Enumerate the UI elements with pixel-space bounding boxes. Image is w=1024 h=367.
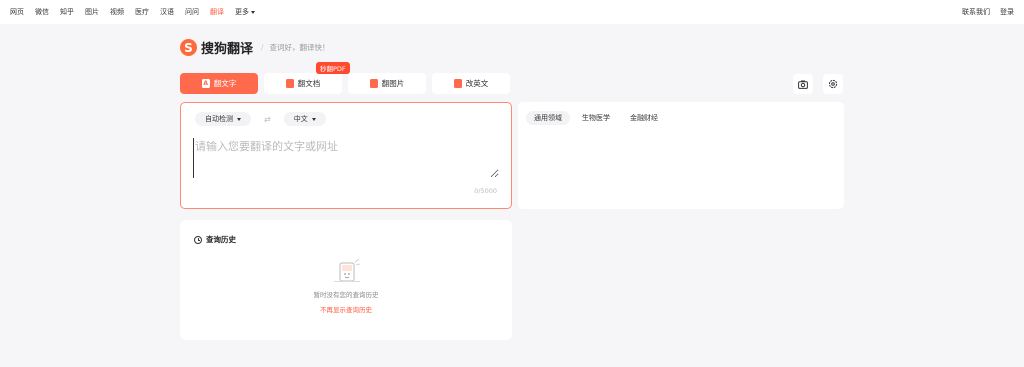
tab-translate-document[interactable]: 翻文档 秒翻PDF [264, 62, 350, 94]
tab-translate-text[interactable]: A 翻文字 [180, 73, 258, 94]
logo-title: 搜狗翻译 [201, 42, 254, 57]
settings-button[interactable] [823, 74, 843, 94]
empty-history-illustration [334, 258, 361, 282]
nav-item-wenwen[interactable]: 问问 [185, 7, 199, 17]
tab-edit-english[interactable]: 改英文 [432, 73, 510, 94]
history-panel: 查询历史 暂时没有您的查询历史 不再显示查询历史 [180, 220, 512, 340]
source-language-select[interactable]: 自动检测 [195, 112, 251, 126]
target-language-label: 中文 [293, 115, 308, 123]
logo-slogan: 查词好，翻译快！ [261, 42, 330, 53]
pdf-badge: 秒翻PDF [316, 62, 350, 74]
edit-english-icon [453, 79, 462, 88]
login-link[interactable]: 登录 [1000, 7, 1014, 17]
history-title: 查询历史 [206, 235, 236, 244]
image-icon [369, 79, 378, 88]
source-text-input[interactable] [193, 138, 499, 178]
text-translate-icon: A [201, 79, 210, 88]
source-panel: 自动检测 ⇄ 中文 0/5000 [180, 102, 512, 209]
tab-translate-image[interactable]: 翻图片 [348, 73, 426, 94]
source-language-label: 自动检测 [205, 115, 233, 123]
nav-item-hanyu[interactable]: 汉语 [160, 7, 174, 17]
clock-icon [194, 235, 202, 244]
tab-label: 翻文字 [213, 79, 237, 88]
nav-item-more[interactable]: 更多 [235, 7, 255, 17]
nav-item-zhihu[interactable]: 知乎 [60, 7, 74, 17]
nav-item-video[interactable]: 视频 [110, 7, 124, 17]
nav-item-images[interactable]: 图片 [85, 7, 99, 17]
domain-general[interactable]: 通用领域 [526, 111, 570, 125]
nav-item-translate[interactable]: 翻译 [210, 7, 224, 17]
history-header: 查询历史 [194, 234, 236, 245]
domain-biomedical[interactable]: 生物医学 [574, 111, 618, 125]
camera-icon [798, 80, 808, 89]
nav-item-web[interactable]: 网页 [10, 7, 24, 17]
document-icon [285, 79, 294, 88]
target-language-select[interactable]: 中文 [283, 112, 326, 126]
chevron-down-icon [311, 117, 316, 121]
tab-label: 翻文档 [297, 79, 321, 88]
hide-history-link[interactable]: 不再显示查询历史 [180, 304, 512, 314]
top-right-links: 联系我们 登录 [962, 7, 1014, 17]
language-selector: 自动检测 ⇄ 中文 [195, 112, 326, 126]
mode-tabs: A 翻文字 翻文档 秒翻PDF 翻图片 改英文 [180, 62, 510, 94]
char-counter: 0/5000 [474, 187, 497, 195]
nav-item-wechat[interactable]: 微信 [35, 7, 49, 17]
nav-item-more-label: 更多 [235, 8, 249, 16]
contact-link[interactable]: 联系我们 [962, 7, 990, 17]
sogou-logo-icon: S [180, 39, 197, 56]
domain-selector: 通用领域 生物医学 金融财经 [526, 111, 666, 125]
tab-label: 翻图片 [381, 79, 405, 88]
nav-item-medical[interactable]: 医疗 [135, 7, 149, 17]
chevron-down-icon [251, 10, 255, 14]
top-nav-bar: 网页 微信 知乎 图片 视频 医疗 汉语 问问 翻译 更多 联系我们 登录 [0, 0, 1024, 24]
swap-languages-icon[interactable]: ⇄ [264, 115, 271, 124]
chevron-down-icon [237, 117, 241, 121]
logo[interactable]: S 搜狗翻译 查词好，翻译快！ [180, 38, 330, 57]
camera-button[interactable] [793, 74, 813, 94]
gear-icon [828, 79, 838, 89]
domain-finance[interactable]: 金融财经 [622, 111, 666, 125]
target-panel: 通用领域 生物医学 金融财经 [518, 102, 844, 209]
tab-label: 改英文 [465, 79, 489, 88]
empty-history-text: 暂时没有您的查询历史 [313, 291, 379, 299]
top-nav: 网页 微信 知乎 图片 视频 医疗 汉语 问问 翻译 更多 [10, 7, 255, 17]
